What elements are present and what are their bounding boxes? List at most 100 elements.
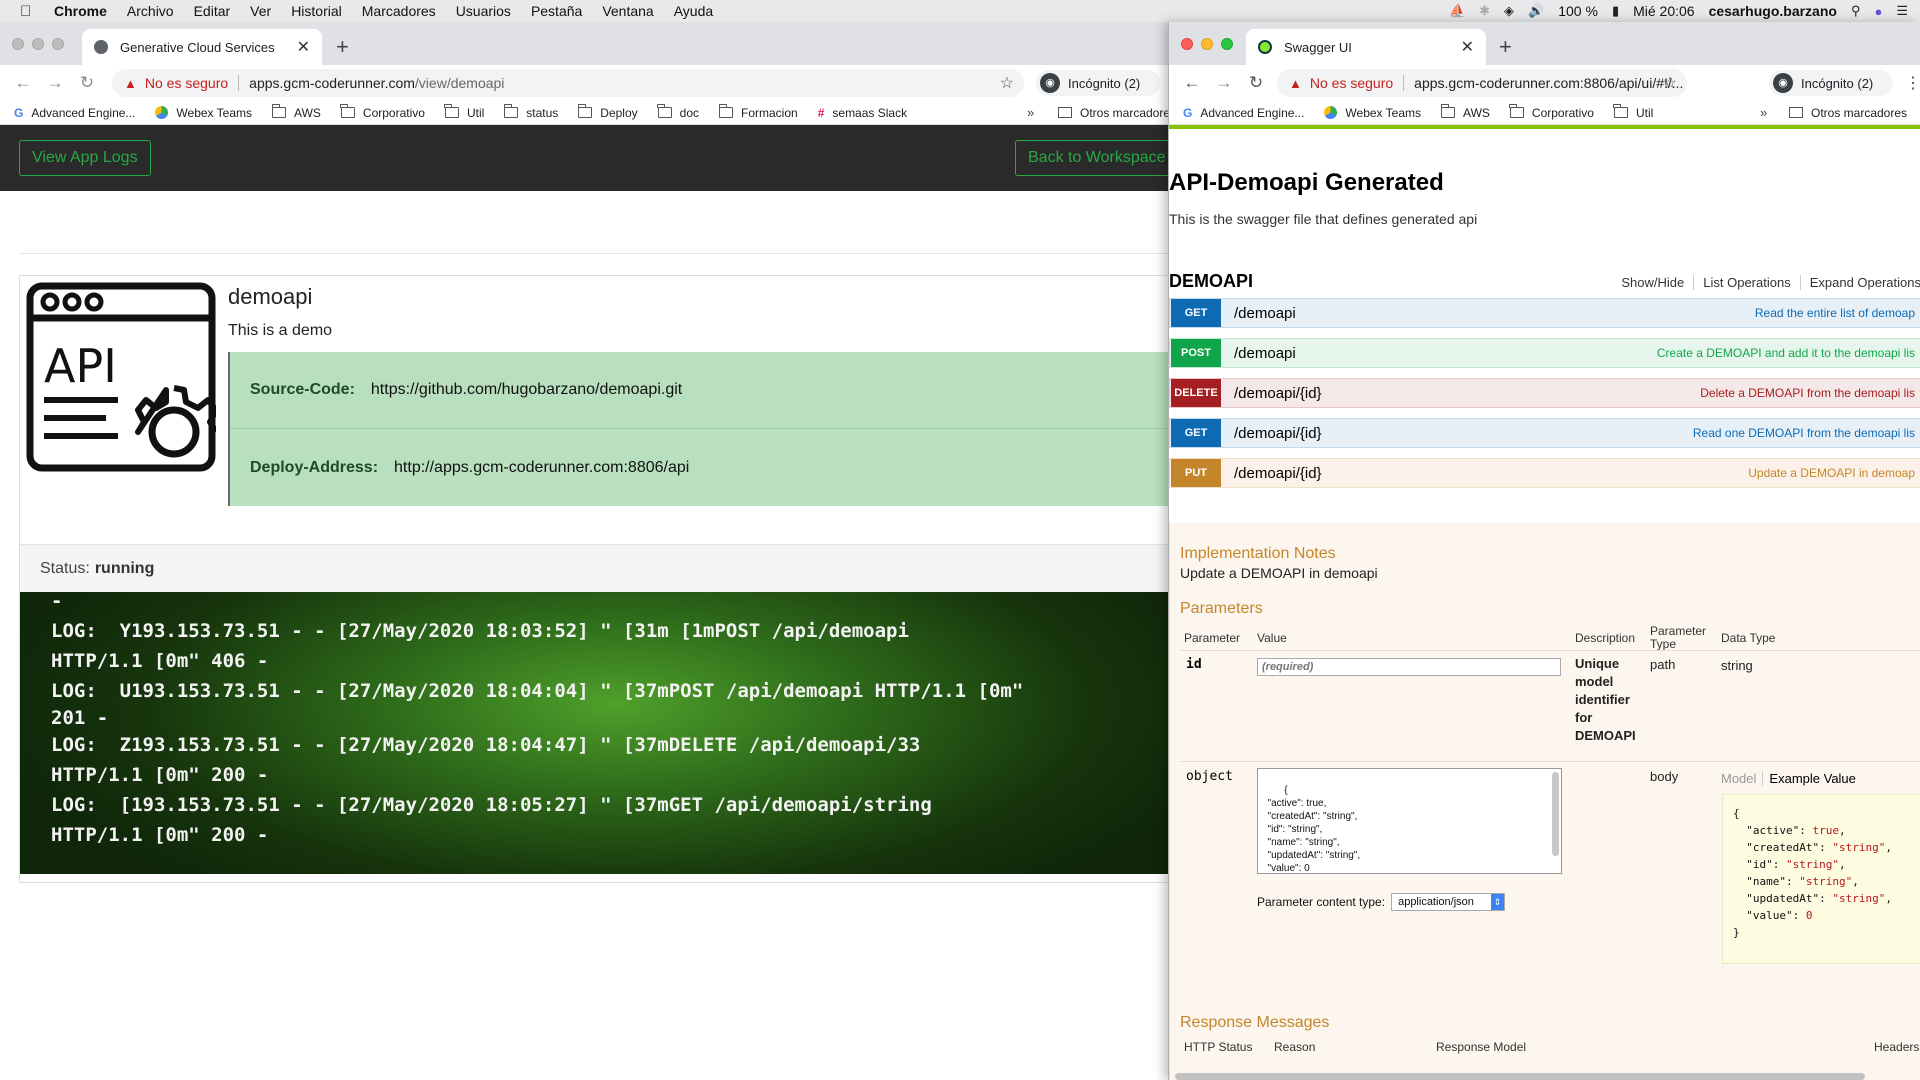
- parameters-title: Parameters: [1180, 600, 1263, 617]
- list-operations-link[interactable]: List Operations: [1694, 275, 1801, 290]
- menu-app-chrome[interactable]: Chrome: [54, 3, 107, 19]
- spotlight-search-icon[interactable]: ⚲: [1851, 3, 1861, 19]
- reload-icon[interactable]: ↻: [1247, 73, 1265, 93]
- minimize-window-icon[interactable]: [1201, 38, 1213, 50]
- deploy-address-link[interactable]: http://apps.gcm-coderunner.com:8806/api: [394, 459, 689, 477]
- menu-marcadores[interactable]: Marcadores: [362, 3, 436, 19]
- operation-post-demoapi[interactable]: POST /demoapi Create a DEMOAPI and add i…: [1169, 338, 1920, 368]
- bookmark-folder-aws[interactable]: AWS: [271, 104, 321, 120]
- close-window-icon[interactable]: [1181, 38, 1193, 50]
- bookmark-folder-corporativo[interactable]: Corporativo: [1509, 104, 1594, 120]
- close-tab-icon[interactable]: ✕: [1461, 37, 1474, 57]
- zoom-window-icon[interactable]: [1221, 38, 1233, 50]
- menubar-status-area: ⛵ ✱ ◈ 🔊 100 % ▮ Mié 20:06 cesarhugo.barz…: [1449, 0, 1908, 22]
- incognito-label: Incógnito (2): [1801, 75, 1874, 91]
- horizontal-scrollbar[interactable]: [1175, 1073, 1865, 1080]
- param-object-textarea[interactable]: { "active": true, "createdAt": "string",…: [1257, 768, 1562, 874]
- operation-summary: Read one DEMOAPI from the demoapi lis: [1692, 426, 1915, 440]
- bluetooth-icon[interactable]: ✱: [1479, 3, 1490, 19]
- menu-historial[interactable]: Historial: [291, 3, 342, 19]
- bookmark-star-icon[interactable]: ☆: [1000, 73, 1014, 93]
- operation-put-demoapi-id[interactable]: PUT /demoapi/{id} Update a DEMOAPI in de…: [1169, 458, 1920, 488]
- zoom-window-icon[interactable]: [52, 38, 64, 50]
- incognito-profile-button[interactable]: ◉ Incógnito (2): [1036, 70, 1160, 96]
- param-object-type: body: [1650, 769, 1679, 784]
- reload-icon[interactable]: ↻: [78, 73, 96, 93]
- bookmark-folder-util[interactable]: Util: [444, 104, 485, 120]
- back-arrow-icon[interactable]: ←: [14, 73, 32, 93]
- operation-path: /demoapi: [1234, 344, 1296, 362]
- expand-operations-link[interactable]: Expand Operations: [1801, 275, 1920, 290]
- bookmark-folder-corporativo[interactable]: Corporativo: [340, 104, 425, 120]
- bookmark-webex-teams[interactable]: Webex Teams: [1324, 106, 1421, 120]
- bookmarks-overflow-chevron[interactable]: »: [1760, 105, 1767, 120]
- log-line: LOG: Z193.153.73.51 - - [27/May/2020 18:…: [51, 734, 921, 756]
- close-tab-icon[interactable]: ✕: [297, 37, 310, 57]
- menu-archivo[interactable]: Archivo: [127, 3, 174, 19]
- forward-arrow-icon[interactable]: →: [1215, 73, 1233, 93]
- operation-get-demoapi[interactable]: GET /demoapi Read the entire list of dem…: [1169, 298, 1920, 328]
- bookmark-folder-aws[interactable]: AWS: [1440, 104, 1490, 120]
- bookmark-folder-util[interactable]: Util: [1613, 104, 1653, 120]
- folder-icon: [1509, 104, 1524, 118]
- menubar-clock[interactable]: Mié 20:06: [1633, 3, 1694, 19]
- tab-generative-cloud-services[interactable]: Generative Cloud Services ✕: [82, 29, 322, 65]
- model-tab[interactable]: Model: [1721, 771, 1764, 786]
- operation-delete-demoapi-id[interactable]: DELETE /demoapi/{id} Delete a DEMOAPI fr…: [1169, 378, 1920, 408]
- bookmark-advanced-engine[interactable]: G Advanced Engine...: [1183, 106, 1304, 120]
- address-bar[interactable]: ▲ No es seguro apps.gcm-coderunner.com /…: [112, 69, 1024, 97]
- content-type-select[interactable]: application/json ⇕: [1391, 893, 1506, 911]
- example-value-tab[interactable]: Example Value: [1769, 771, 1861, 786]
- menubar-user[interactable]: cesarhugo.barzano: [1709, 3, 1837, 19]
- menu-usuarios[interactable]: Usuarios: [456, 3, 511, 19]
- back-arrow-icon[interactable]: ←: [1183, 73, 1201, 93]
- menu-editar[interactable]: Editar: [194, 3, 231, 19]
- bookmarks-overflow-chevron[interactable]: »: [1027, 105, 1034, 120]
- apple-icon[interactable]: : [20, 3, 40, 20]
- bookmark-folder-status[interactable]: status: [503, 104, 558, 120]
- new-tab-icon[interactable]: +: [1499, 34, 1512, 60]
- siri-icon[interactable]: ●: [1874, 4, 1882, 19]
- control-center-icon[interactable]: ☰: [1896, 3, 1908, 19]
- folder-icon: [1789, 107, 1803, 118]
- chrome-menu-icon[interactable]: ⋮: [1905, 73, 1920, 93]
- forward-arrow-icon[interactable]: →: [46, 73, 64, 93]
- bookmark-folder-formacion[interactable]: Formacion: [718, 104, 798, 120]
- address-bar[interactable]: ▲ No es seguro apps.gcm-coderunner.com :…: [1277, 69, 1687, 97]
- menu-ventana[interactable]: Ventana: [602, 3, 653, 19]
- new-tab-icon[interactable]: +: [336, 34, 349, 60]
- menu-ver[interactable]: Ver: [250, 3, 271, 19]
- bookmark-webex-teams[interactable]: Webex Teams: [155, 106, 252, 120]
- example-value-box[interactable]: { "active": true, "createdAt": "string",…: [1722, 794, 1920, 964]
- bookmark-star-icon[interactable]: ☆: [1663, 73, 1677, 93]
- show-hide-link[interactable]: Show/Hide: [1612, 275, 1695, 290]
- battery-icon[interactable]: ▮: [1612, 3, 1619, 19]
- menu-ayuda[interactable]: Ayuda: [674, 3, 713, 19]
- bookmark-folder-doc[interactable]: doc: [657, 104, 699, 120]
- incognito-profile-button[interactable]: ◉ Incógnito (2): [1769, 70, 1893, 96]
- menu-pestana[interactable]: Pestaña: [531, 3, 582, 19]
- resource-name[interactable]: DEMOAPI: [1169, 271, 1253, 292]
- log-terminal[interactable]: - LOG: Y193.153.73.51 - - [27/May/2020 1…: [20, 592, 1168, 874]
- operation-get-demoapi-id[interactable]: GET /demoapi/{id} Read one DEMOAPI from …: [1169, 418, 1920, 448]
- wifi-icon[interactable]: ◈: [1504, 3, 1514, 19]
- log-line: LOG: [193.153.73.51 - - [27/May/2020 18:…: [51, 794, 932, 816]
- bookmark-folder-deploy[interactable]: Deploy: [577, 104, 638, 120]
- back-to-workspace-button[interactable]: Back to Workspace: [1015, 140, 1168, 176]
- view-app-logs-button[interactable]: View App Logs: [19, 140, 151, 176]
- tab-swagger-ui[interactable]: Swagger UI ✕: [1246, 29, 1486, 65]
- param-id-input[interactable]: [1257, 658, 1561, 676]
- source-code-link[interactable]: https://github.com/hugobarzano/demoapi.g…: [371, 381, 682, 399]
- volume-icon[interactable]: 🔊: [1528, 3, 1544, 19]
- bookmark-semaas-slack[interactable]: # semaas Slack: [818, 106, 907, 120]
- textarea-scrollbar[interactable]: [1552, 772, 1559, 856]
- bookmark-label: Util: [466, 105, 485, 120]
- http-verb-badge: DELETE: [1171, 379, 1221, 407]
- bookmark-folder-other[interactable]: Otros marcadores: [1058, 106, 1168, 120]
- bookmark-advanced-engine[interactable]: G Advanced Engine...: [14, 106, 135, 120]
- docker-icon[interactable]: ⛵: [1449, 3, 1465, 19]
- app-description: This is a demo: [228, 322, 333, 339]
- close-window-icon[interactable]: [12, 38, 24, 50]
- bookmark-folder-other[interactable]: Otros marcadores: [1789, 106, 1907, 120]
- minimize-window-icon[interactable]: [32, 38, 44, 50]
